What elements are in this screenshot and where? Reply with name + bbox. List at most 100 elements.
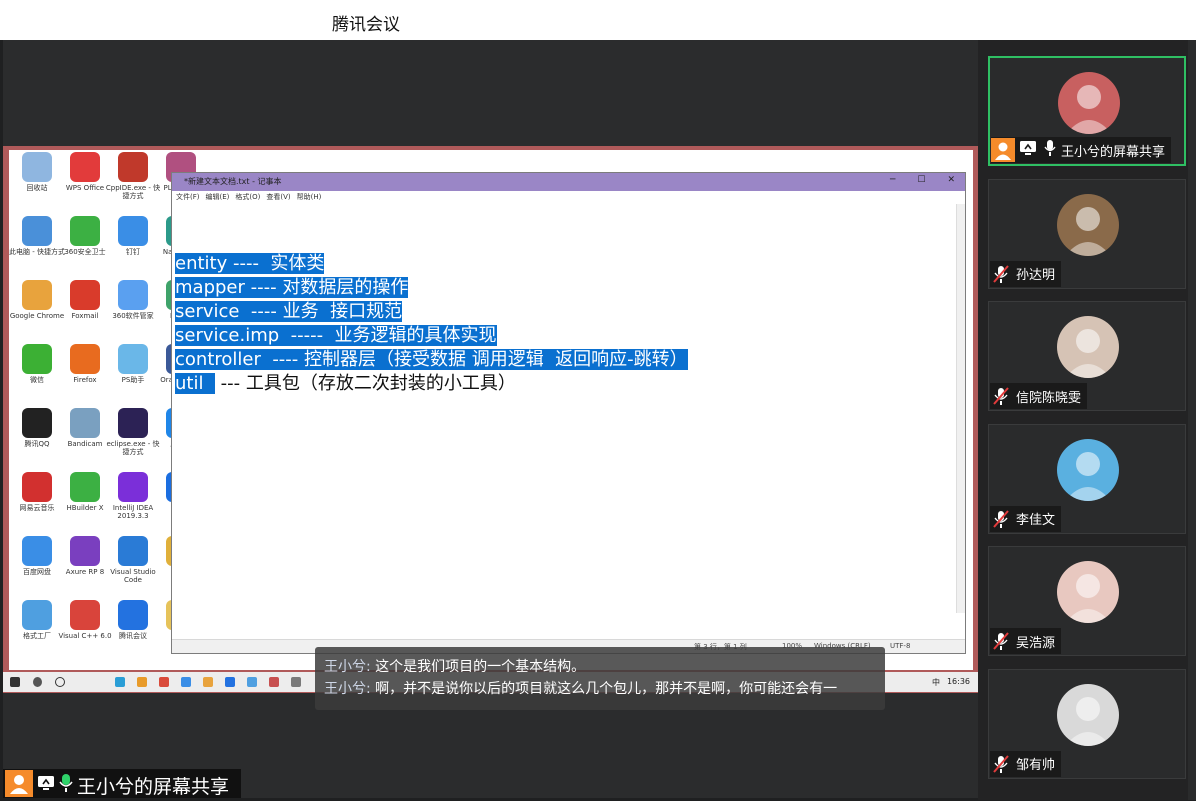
notepad-text-area[interactable]: entity ---- 实体类 mapper ---- 对数据层的操作 serv…	[172, 204, 957, 613]
participant-label: 信院陈晓雯	[990, 383, 1088, 409]
selected-text: controller ---- 控制器层（接受数据 调用逻辑 返回响应-跳转）	[175, 349, 688, 370]
participant-tile[interactable]: 孙达明	[988, 178, 1186, 289]
notepad-titlebar[interactable]: *新建文本文档.txt - 记事本 ─ ☐ ✕	[172, 173, 965, 191]
vertical-scrollbar[interactable]	[956, 204, 965, 613]
close-icon[interactable]: ✕	[947, 175, 955, 185]
taskbar-app-icon[interactable]	[269, 677, 279, 687]
text-line: util --- 工具包（存放二次封装的小工具）	[175, 372, 516, 396]
participant-tile[interactable]: 信院陈晓雯	[988, 301, 1186, 411]
app-title: 腾讯会议	[332, 15, 400, 35]
app-icon	[22, 216, 52, 246]
app-icon	[70, 152, 100, 182]
app-icon	[118, 344, 148, 374]
notepad-menubar: 文件(F) 编辑(E) 格式(O) 查看(V) 帮助(H)	[172, 191, 965, 204]
avatar	[1057, 561, 1119, 623]
participant-name: 李佳文	[1016, 513, 1056, 528]
task-view-icon[interactable]	[55, 677, 65, 687]
app-icon	[70, 216, 100, 246]
participant-label: 吴浩源	[990, 628, 1062, 654]
taskbar-app-icon[interactable]	[137, 677, 147, 687]
user-icon	[991, 138, 1015, 162]
participant-name: 王小兮的屏幕共享	[1061, 144, 1166, 160]
taskbar-app-icon[interactable]	[159, 677, 169, 687]
app-icon	[22, 600, 52, 630]
selected-text: entity ---- 实体类	[175, 253, 325, 274]
participant-name: 吴浩源	[1016, 635, 1056, 651]
participant-label: 孙达明	[990, 260, 1062, 287]
app-icon	[22, 408, 52, 438]
microphone-muted-icon	[990, 753, 1012, 775]
microphone-muted-icon	[990, 630, 1012, 652]
avatar	[1058, 72, 1120, 134]
participant-tile[interactable]: 王小兮的屏幕共享	[988, 56, 1186, 166]
microphone-icon	[58, 773, 74, 797]
text-line: service.imp ----- 业务逻辑的具体实现	[175, 324, 497, 348]
live-captions: 王小兮: 这个是我们项目的一个基本结构。 王小兮: 啊，并不是说你以后的项目就这…	[315, 647, 885, 710]
taskbar-app-icon[interactable]	[247, 677, 257, 687]
menu-file[interactable]: 文件(F)	[176, 191, 200, 204]
app-icon	[118, 536, 148, 566]
caption-speaker: 王小兮:	[324, 681, 371, 697]
app-icon	[118, 600, 148, 630]
ime-indicator[interactable]: 中	[932, 677, 940, 688]
microphone-muted-icon	[990, 508, 1012, 530]
participants-panel: 王小兮的屏幕共享孙达明信院陈晓雯李佳文吴浩源邹有帅	[978, 40, 1196, 800]
minimize-icon[interactable]: ─	[890, 175, 895, 185]
app-icon	[70, 280, 100, 310]
selected-text: service.imp ----- 业务逻辑的具体实现	[175, 325, 497, 346]
selected-text: util	[175, 373, 215, 394]
text-line: entity ---- 实体类	[175, 252, 325, 276]
taskbar-app-icon[interactable]	[115, 677, 125, 687]
participant-tile[interactable]: 李佳文	[988, 423, 1186, 534]
window-titlebar: 腾讯会议	[0, 0, 1196, 40]
microphone-muted-icon	[990, 385, 1012, 407]
taskbar-app-icon[interactable]	[225, 677, 235, 687]
selected-text: mapper ---- 对数据层的操作	[175, 277, 409, 298]
taskbar-app-icon[interactable]	[291, 677, 301, 687]
participant-tile[interactable]: 邹有帅	[988, 668, 1186, 779]
menu-format[interactable]: 格式(O)	[235, 191, 260, 204]
participant-name: 孙达明	[1016, 268, 1056, 283]
caption-speaker: 王小兮:	[324, 659, 371, 675]
taskbar-app-icon[interactable]	[181, 677, 191, 687]
app-icon	[22, 280, 52, 310]
notepad-window[interactable]: *新建文本文档.txt - 记事本 ─ ☐ ✕ 文件(F) 编辑(E) 格式(O…	[171, 172, 966, 654]
app-icon	[118, 216, 148, 246]
caption-line: 王小兮: 这个是我们项目的一个基本结构。	[324, 656, 585, 676]
caption-text: 啊，并不是说你以后的项目就这么几个包儿，那并不是啊，你可能还会有一	[370, 681, 838, 697]
text-line: controller ---- 控制器层（接受数据 调用逻辑 返回响应-跳转）	[175, 348, 688, 372]
text-line: service ---- 业务 接口规范	[175, 300, 403, 324]
panel-edge	[1188, 40, 1196, 800]
app-icon	[118, 408, 148, 438]
avatar	[1057, 316, 1119, 378]
app-icon	[118, 152, 148, 182]
encoding: UTF-8	[890, 642, 911, 650]
selected-text: service ---- 业务 接口规范	[175, 301, 403, 322]
participant-label: 李佳文	[990, 505, 1062, 532]
avatar	[1057, 683, 1119, 746]
microphone-muted-icon	[990, 263, 1012, 285]
search-icon[interactable]	[33, 677, 42, 687]
notepad-title: *新建文本文档.txt - 记事本	[184, 177, 282, 186]
presenter-label: 王小兮的屏幕共享	[3, 769, 241, 798]
app-icon	[70, 472, 100, 502]
user-icon	[5, 770, 33, 797]
participant-tile[interactable]: 吴浩源	[988, 546, 1186, 656]
taskbar-app-icon[interactable]	[203, 677, 213, 687]
menu-edit[interactable]: 编辑(E)	[206, 191, 230, 204]
menu-view[interactable]: 查看(V)	[266, 191, 290, 204]
app-icon	[118, 472, 148, 502]
text-line: mapper ---- 对数据层的操作	[175, 276, 409, 300]
start-icon[interactable]	[10, 677, 20, 687]
app-icon	[118, 280, 148, 310]
app-icon	[70, 600, 100, 630]
participant-name: 邹有帅	[1016, 758, 1056, 773]
menu-help[interactable]: 帮助(H)	[297, 191, 322, 204]
app-icon	[22, 344, 52, 374]
app-icon	[22, 536, 52, 566]
caption-line: 王小兮: 啊，并不是说你以后的项目就这么几个包儿，那并不是啊，你可能还会有一	[324, 678, 837, 698]
maximize-icon[interactable]: ☐	[917, 175, 925, 185]
screen-share-icon	[37, 775, 55, 795]
app-icon	[70, 344, 100, 374]
participant-label: 邹有帅	[990, 750, 1062, 777]
